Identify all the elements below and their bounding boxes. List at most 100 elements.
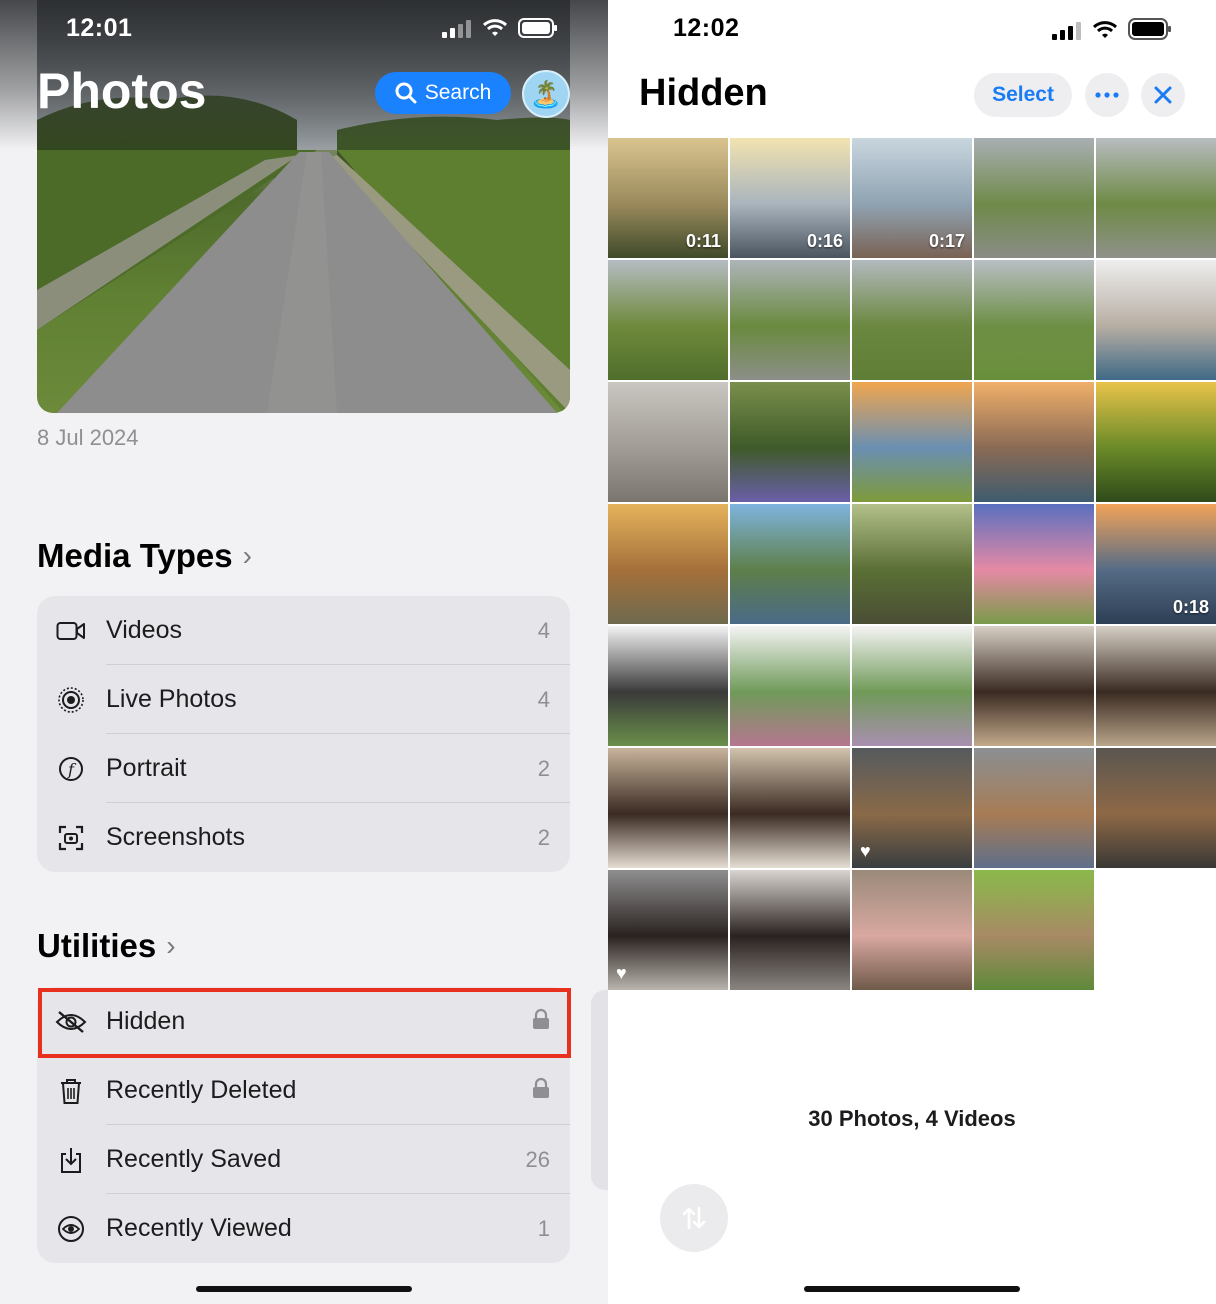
photo-thumbnail[interactable] xyxy=(974,626,1094,746)
photo-thumbnail[interactable] xyxy=(730,382,850,502)
status-time: 12:01 xyxy=(66,14,133,42)
photo-thumbnail[interactable] xyxy=(608,382,728,502)
media-types-header[interactable]: Media Types › xyxy=(37,537,252,575)
cellular-signal-icon xyxy=(1052,22,1081,40)
video-thumbnail[interactable]: 0:16 xyxy=(730,138,850,258)
photo-thumbnail[interactable]: ♥ xyxy=(852,748,972,868)
battery-icon xyxy=(518,18,557,38)
lock-icon xyxy=(532,1008,550,1036)
photo-thumbnail[interactable] xyxy=(852,626,972,746)
row-count: 2 xyxy=(537,755,550,781)
chevron-right-icon: › xyxy=(242,540,252,571)
photo-thumbnail[interactable] xyxy=(608,626,728,746)
row-label: Portrait xyxy=(106,754,187,782)
photo-thumbnail[interactable] xyxy=(974,748,1094,868)
close-button[interactable] xyxy=(1141,73,1185,117)
photo-thumbnail[interactable] xyxy=(730,260,850,380)
chevron-right-icon: › xyxy=(166,930,176,961)
row-label: Live Photos xyxy=(106,685,237,713)
close-icon xyxy=(1154,86,1172,104)
video-duration: 0:18 xyxy=(1172,597,1209,617)
row-count: 4 xyxy=(537,617,550,643)
svg-text:f: f xyxy=(67,760,77,779)
media-type-screenshots[interactable]: Screenshots 2 xyxy=(37,803,570,872)
row-label: Videos xyxy=(106,616,182,644)
photo-grid: 0:11 0:16 0:17 0:18 ♥ ♥ xyxy=(608,138,1216,990)
photo-thumbnail[interactable] xyxy=(730,504,850,624)
trash-icon xyxy=(55,1075,87,1107)
photo-thumbnail[interactable] xyxy=(1096,382,1216,502)
video-thumbnail[interactable]: 0:11 xyxy=(608,138,728,258)
screenshot-icon xyxy=(55,822,87,854)
media-type-videos[interactable]: Videos 4 xyxy=(37,596,570,665)
photo-thumbnail[interactable] xyxy=(608,748,728,868)
photo-thumbnail[interactable] xyxy=(608,504,728,624)
photo-thumbnail[interactable] xyxy=(608,260,728,380)
home-indicator xyxy=(196,1286,412,1292)
row-label: Recently Viewed xyxy=(106,1214,292,1242)
side-panel-edge xyxy=(591,990,608,1190)
ellipsis-icon xyxy=(1095,92,1119,98)
sort-arrows-icon xyxy=(682,1206,706,1230)
utilities-list: Hidden Recently Deleted Recently Saved 2… xyxy=(37,987,570,1263)
video-duration: 0:16 xyxy=(806,231,843,251)
wifi-icon xyxy=(482,19,508,36)
photo-thumbnail[interactable] xyxy=(852,504,972,624)
photo-thumbnail[interactable]: ♥ xyxy=(608,870,728,990)
video-thumbnail[interactable]: 0:17 xyxy=(852,138,972,258)
photo-thumbnail[interactable] xyxy=(974,260,1094,380)
more-options-button[interactable] xyxy=(1085,73,1129,117)
status-bar: 12:01 xyxy=(0,0,608,56)
beach-umbrella-icon: 🏝️ xyxy=(529,78,563,109)
album-count-label: 30 Photos, 4 Videos xyxy=(808,1106,1016,1131)
photo-thumbnail[interactable] xyxy=(1096,260,1216,380)
media-type-portrait[interactable]: f Portrait 2 xyxy=(37,734,570,803)
photo-thumbnail[interactable] xyxy=(852,260,972,380)
select-button[interactable]: Select xyxy=(974,73,1072,117)
photo-thumbnail[interactable] xyxy=(974,870,1094,990)
search-button[interactable]: Search xyxy=(375,72,511,114)
photo-thumbnail[interactable] xyxy=(852,870,972,990)
page-title: Photos xyxy=(37,63,207,119)
home-indicator xyxy=(804,1286,1020,1292)
row-label: Recently Saved xyxy=(106,1145,282,1173)
video-duration: 0:17 xyxy=(928,231,965,251)
photo-thumbnail[interactable] xyxy=(1096,138,1216,258)
featured-photo-date: 8 Jul 2024 xyxy=(37,425,139,450)
photo-thumbnail[interactable] xyxy=(730,870,850,990)
photo-thumbnail[interactable] xyxy=(1096,748,1216,868)
photo-thumbnail[interactable] xyxy=(974,138,1094,258)
utilities-header[interactable]: Utilities › xyxy=(37,927,176,965)
download-tray-icon xyxy=(55,1144,87,1176)
media-types-title: Media Types xyxy=(37,537,233,574)
photo-thumbnail[interactable] xyxy=(974,504,1094,624)
video-duration: 0:11 xyxy=(685,231,721,251)
battery-icon xyxy=(1128,18,1171,40)
status-icons xyxy=(1052,18,1172,40)
sort-button[interactable] xyxy=(660,1184,728,1252)
row-count: 4 xyxy=(537,686,550,712)
photo-thumbnail[interactable] xyxy=(730,748,850,868)
row-count: 2 xyxy=(537,824,550,850)
live-photos-icon xyxy=(55,684,87,716)
profile-avatar[interactable]: 🏝️ xyxy=(522,70,570,118)
utility-hidden[interactable]: Hidden xyxy=(37,987,570,1056)
row-count: 26 xyxy=(525,1146,550,1172)
favorite-heart-icon: ♥ xyxy=(860,841,871,861)
hidden-eye-icon xyxy=(55,1006,87,1038)
photo-thumbnail[interactable] xyxy=(852,382,972,502)
utility-recently-saved[interactable]: Recently Saved 26 xyxy=(37,1125,570,1194)
hidden-album-screen: 12:02 Hidden Select 0:11 0:16 0:17 0:18 … xyxy=(608,0,1216,1304)
photo-thumbnail[interactable] xyxy=(974,382,1094,502)
row-label: Hidden xyxy=(106,1007,186,1035)
photo-thumbnail[interactable] xyxy=(730,626,850,746)
status-time: 12:02 xyxy=(673,14,740,42)
utility-recently-deleted[interactable]: Recently Deleted xyxy=(37,1056,570,1125)
media-type-live-photos[interactable]: Live Photos 4 xyxy=(37,665,570,734)
search-label: Search xyxy=(424,81,492,104)
utilities-title: Utilities xyxy=(37,927,157,964)
photo-thumbnail[interactable] xyxy=(1096,626,1216,746)
video-thumbnail[interactable]: 0:18 xyxy=(1096,504,1216,624)
utility-recently-viewed[interactable]: Recently Viewed 1 xyxy=(37,1194,570,1263)
album-title: Hidden xyxy=(639,72,768,114)
